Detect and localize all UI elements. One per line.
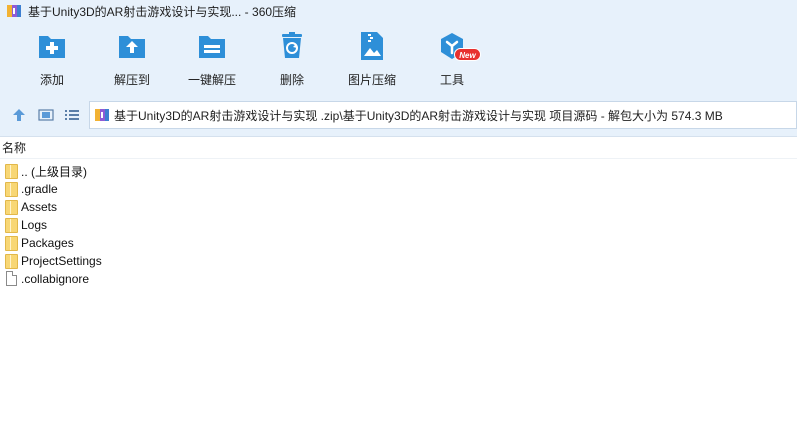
image-compress-button[interactable]: 图片压缩	[335, 30, 409, 90]
address-row: 基于Unity3D的AR射击游戏设计与实现 .zip\基于Unity3D的AR射…	[0, 99, 797, 131]
zip-archive-icon	[94, 107, 110, 123]
list-item-gradle[interactable]: .gradle	[0, 180, 797, 198]
one-click-extract-icon	[197, 30, 227, 62]
folder-icon	[5, 253, 18, 269]
window-title: 基于Unity3D的AR射击游戏设计与实现... - 360压缩	[28, 4, 297, 19]
column-header-label: 名称	[2, 141, 27, 155]
list-item-name: Packages	[21, 236, 74, 250]
list-view-icon[interactable]	[64, 107, 80, 123]
recycle-bin-icon	[277, 30, 307, 62]
list-item-collabignore[interactable]: .collabignore	[0, 270, 797, 288]
add-icon	[37, 30, 67, 62]
address-path: 基于Unity3D的AR射击游戏设计与实现 .zip\基于Unity3D的AR射…	[114, 108, 723, 123]
file-icon	[5, 271, 18, 287]
extract-to-icon	[117, 30, 147, 62]
one-click-extract-label: 一键解压	[187, 73, 236, 87]
list-item-name: Assets	[21, 200, 58, 214]
add-label: 添加	[39, 73, 64, 87]
list-item-name: .. (上级目录)	[21, 164, 87, 179]
folder-icon	[5, 217, 18, 233]
folder-icon	[5, 181, 18, 197]
image-compress-icon	[357, 30, 387, 62]
tools-label: 工具	[439, 73, 464, 87]
file-list: .. (上级目录) .gradle Assets Logs Packages P…	[0, 159, 797, 288]
column-header-name[interactable]: 名称	[0, 137, 797, 159]
extract-to-button[interactable]: 解压到	[95, 30, 169, 90]
list-item-parent-directory[interactable]: .. (上级目录)	[0, 162, 797, 180]
add-button[interactable]: 添加	[15, 30, 89, 90]
thumbnail-view-icon[interactable]	[38, 107, 54, 123]
file-list-panel: 名称 .. (上级目录) .gradle Assets Logs Package…	[0, 136, 797, 439]
archive-app-icon	[6, 3, 22, 19]
list-item-name: Logs	[21, 218, 48, 232]
image-compress-label: 图片压缩	[347, 73, 396, 87]
one-click-extract-button[interactable]: 一键解压	[175, 30, 249, 90]
title-bar: 基于Unity3D的AR射击游戏设计与实现... - 360压缩	[0, 0, 797, 22]
toolbar: 添加 解压到 一键解压 删除 图片压缩 工具 New	[0, 22, 797, 95]
delete-label: 删除	[279, 73, 304, 87]
folder-icon	[5, 163, 18, 179]
up-arrow-icon[interactable]	[11, 107, 27, 123]
list-item-projectsettings[interactable]: ProjectSettings	[0, 252, 797, 270]
new-badge: New	[454, 48, 481, 61]
folder-icon	[5, 199, 18, 215]
folder-icon	[5, 235, 18, 251]
list-item-name: ProjectSettings	[21, 254, 102, 268]
extract-to-label: 解压到	[113, 73, 150, 87]
list-item-logs[interactable]: Logs	[0, 216, 797, 234]
list-item-assets[interactable]: Assets	[0, 198, 797, 216]
address-bar[interactable]: 基于Unity3D的AR射击游戏设计与实现 .zip\基于Unity3D的AR射…	[89, 101, 797, 129]
list-item-name: .gradle	[21, 182, 58, 196]
delete-button[interactable]: 删除	[255, 30, 329, 90]
list-item-packages[interactable]: Packages	[0, 234, 797, 252]
list-item-name: .collabignore	[21, 272, 90, 286]
